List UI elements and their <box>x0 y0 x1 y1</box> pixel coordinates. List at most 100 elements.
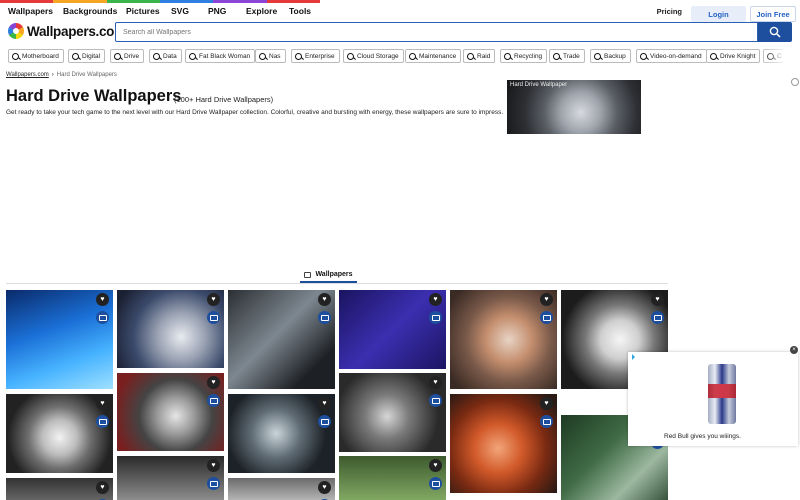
can-stripe <box>708 384 736 398</box>
wallpaper-thumbnail[interactable]: ♥ <box>6 394 113 473</box>
search-icon <box>259 52 266 60</box>
wallpaper-thumbnail[interactable]: ♥ <box>228 478 335 500</box>
search-icon <box>189 52 196 60</box>
tag-chip[interactable]: Drive <box>110 49 145 63</box>
nav-pictures[interactable]: Pictures <box>126 6 160 16</box>
tag-chip[interactable]: Video-on-demand <box>636 49 707 63</box>
tag-chip[interactable]: Trade <box>549 49 585 63</box>
favorite-heart-icon[interactable]: ♥ <box>429 376 442 389</box>
logo-text: Wallpapers.com <box>27 23 126 39</box>
tab-divider <box>6 283 668 284</box>
collection-folder-icon[interactable] <box>540 415 553 428</box>
tag-chip[interactable]: Nas <box>255 49 286 63</box>
collection-folder-icon[interactable] <box>96 415 109 428</box>
favorite-heart-icon[interactable]: ♥ <box>540 293 553 306</box>
ad-text: Red Bull gives you wiiings. <box>664 433 741 440</box>
tab-wallpapers[interactable]: Wallpapers <box>300 268 357 283</box>
tag-chip[interactable]: Maintenance <box>405 49 462 63</box>
search-icon <box>553 52 560 60</box>
nav-svg[interactable]: SVG <box>171 6 189 16</box>
wallpaper-thumbnail[interactable]: ♥ <box>117 456 224 500</box>
tag-chip[interactable]: Enterprise <box>291 49 340 63</box>
pricing-link[interactable]: Pricing <box>657 7 682 16</box>
favorite-heart-icon[interactable]: ♥ <box>207 293 220 306</box>
join-free-button[interactable]: Join Free <box>750 6 796 22</box>
wallpaper-thumbnail[interactable]: ♥ <box>228 394 335 473</box>
search-icon <box>640 52 647 60</box>
search-icon <box>12 52 19 60</box>
ad-info-icon[interactable] <box>632 354 638 360</box>
hero-label: Hard Drive Wallpaper <box>510 82 568 88</box>
tag-chip[interactable]: Digital <box>68 49 106 63</box>
collection-folder-icon[interactable] <box>207 477 220 490</box>
collection-folder-icon[interactable] <box>540 311 553 324</box>
collection-folder-icon[interactable] <box>318 311 331 324</box>
hero-image[interactable]: Hard Drive Wallpaper <box>507 80 641 134</box>
image-icon <box>304 271 312 278</box>
nav-explore[interactable]: Explore <box>246 6 277 16</box>
tag-chip[interactable]: Data <box>149 49 182 63</box>
collection-folder-icon[interactable] <box>207 311 220 324</box>
favorite-heart-icon[interactable]: ♥ <box>651 293 664 306</box>
wallpaper-thumbnail[interactable]: ♥ <box>450 394 557 493</box>
collection-folder-icon[interactable] <box>207 394 220 407</box>
collection-folder-icon[interactable] <box>429 311 442 324</box>
favorite-heart-icon[interactable]: ♥ <box>318 293 331 306</box>
search-icon <box>504 52 511 60</box>
nav-tools[interactable]: Tools <box>289 6 311 16</box>
collection-folder-icon[interactable] <box>96 311 109 324</box>
site-logo[interactable]: Wallpapers.com <box>8 22 126 40</box>
breadcrumb-separator: › <box>51 72 54 78</box>
wallpaper-thumbnail[interactable]: ♥ <box>228 290 335 389</box>
tag-chip[interactable]: Raid <box>463 49 496 63</box>
tag-chip[interactable]: Motherboard <box>8 49 64 63</box>
favorite-heart-icon[interactable]: ♥ <box>318 481 331 494</box>
page-description: Get ready to take your tech game to the … <box>6 109 504 116</box>
search-icon <box>295 52 302 60</box>
wallpaper-thumbnail[interactable]: ♥ <box>450 290 557 389</box>
breadcrumb-home[interactable]: Wallpapers.com <box>6 72 49 78</box>
favorite-heart-icon[interactable]: ♥ <box>429 459 442 472</box>
breadcrumb: Wallpapers.com › Hard Drive Wallpapers <box>6 72 117 78</box>
settings-icon[interactable] <box>791 78 799 86</box>
search-icon <box>114 52 121 60</box>
tag-chip[interactable]: Fat Black Woman <box>185 49 256 63</box>
wallpaper-thumbnail[interactable]: ♥ <box>117 373 224 451</box>
nav-png[interactable]: PNG <box>208 6 226 16</box>
login-button[interactable]: Login <box>691 6 746 22</box>
wallpaper-thumbnail[interactable]: ♥ <box>6 290 113 389</box>
favorite-heart-icon[interactable]: ♥ <box>429 293 442 306</box>
favorite-heart-icon[interactable]: ♥ <box>207 376 220 389</box>
favorite-heart-icon[interactable]: ♥ <box>318 397 331 410</box>
favorite-heart-icon[interactable]: ♥ <box>96 481 109 494</box>
search-icon <box>769 26 781 38</box>
favorite-heart-icon[interactable]: ♥ <box>96 293 109 306</box>
wallpaper-thumbnail[interactable]: ♥ <box>339 290 446 369</box>
search-button[interactable] <box>758 22 792 42</box>
top-nav: Wallpapers Backgrounds Pictures SVG PNG … <box>0 3 800 22</box>
favorite-heart-icon[interactable]: ♥ <box>540 397 553 410</box>
tag-chip[interactable]: Backup <box>590 49 631 63</box>
favorite-heart-icon[interactable]: ♥ <box>207 459 220 472</box>
collection-folder-icon[interactable] <box>429 394 442 407</box>
tag-chip[interactable]: Drive Knight <box>706 49 761 63</box>
collection-folder-icon[interactable] <box>651 311 664 324</box>
ad-close-button[interactable]: × <box>790 346 798 354</box>
nav-wallpapers[interactable]: Wallpapers <box>8 6 53 16</box>
wallpaper-thumbnail[interactable]: ♥ <box>6 478 113 500</box>
tab-label: Wallpapers <box>315 271 353 278</box>
search-input[interactable] <box>115 22 758 42</box>
wallpaper-thumbnail[interactable]: ♥ <box>339 456 446 500</box>
collection-folder-icon[interactable] <box>318 415 331 428</box>
tags-scroll-fade <box>760 48 790 64</box>
wallpaper-thumbnail[interactable]: ♥ <box>117 290 224 368</box>
collection-folder-icon[interactable] <box>429 477 442 490</box>
nav-backgrounds[interactable]: Backgrounds <box>63 6 117 16</box>
tag-chip[interactable]: Cloud Storage <box>343 49 404 63</box>
wallpaper-thumbnail[interactable]: ♥ <box>339 373 446 452</box>
wallpaper-count: (100+ Hard Drive Wallpapers) <box>174 95 274 104</box>
tag-chip[interactable]: Recycling <box>500 49 548 63</box>
favorite-heart-icon[interactable]: ♥ <box>96 397 109 410</box>
search-icon <box>347 52 354 60</box>
search-icon <box>153 52 160 60</box>
